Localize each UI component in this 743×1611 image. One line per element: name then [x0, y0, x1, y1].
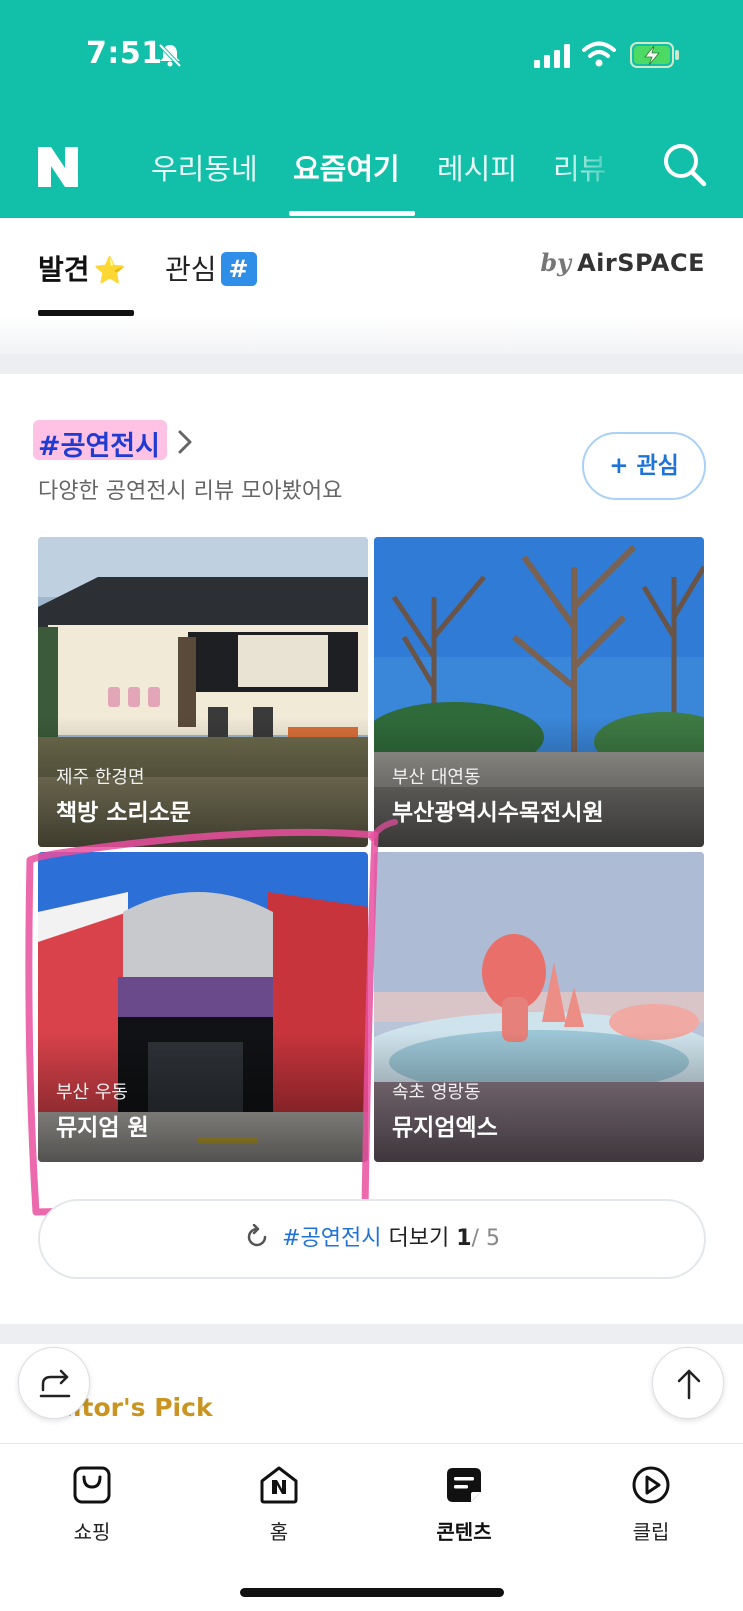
section-title[interactable]: #공연전시	[38, 424, 160, 463]
tab-overflow-fade	[560, 130, 650, 210]
clip-play-icon	[632, 1466, 670, 1504]
card-title: 뮤지엄 원	[56, 1115, 149, 1141]
section-divider	[0, 1324, 743, 1344]
bottom-nav-label: 콘텐츠	[436, 1520, 492, 1544]
contents-icon	[447, 1468, 481, 1502]
subtab-interest[interactable]: 관심 #	[165, 248, 257, 288]
bottom-nav-shopping[interactable]: 쇼핑	[37, 1464, 147, 1545]
hash-icon: #	[220, 252, 257, 286]
place-card[interactable]: 부산 우동 뮤지엄 원	[38, 852, 368, 1162]
partner-by-label: by	[540, 248, 572, 277]
home-icon	[260, 1466, 298, 1504]
share-arrow-icon	[39, 1369, 71, 1398]
place-card[interactable]: 부산 대연동 부산광역시수목전시원	[374, 537, 704, 847]
card-title: 부산광역시수목전시원	[392, 800, 604, 826]
app-screen: 7:51 우리동네 요즘여기 레시피 리	[0, 0, 743, 1611]
chevron-right-icon[interactable]	[175, 428, 195, 456]
tab-neighborhood[interactable]: 우리동네	[151, 146, 258, 188]
home-indicator	[240, 1588, 504, 1597]
add-interest-button[interactable]: + 관심	[582, 432, 706, 500]
header-shadow	[0, 316, 743, 354]
subtab-discover-label: 발견	[38, 253, 90, 286]
more-page-current: 1	[456, 1226, 472, 1251]
wifi-icon	[582, 41, 616, 67]
bottom-nav: 쇼핑 홈 콘텐츠 클립	[0, 1443, 743, 1611]
bottom-nav-home[interactable]: 홈	[224, 1464, 334, 1545]
subtab-discover[interactable]: 발견 ⭐	[38, 248, 126, 288]
place-card[interactable]: 속초 영랑동 뮤지엄엑스	[374, 852, 704, 1162]
card-title: 뮤지엄엑스	[392, 1115, 498, 1141]
place-card[interactable]: 제주 한경면 책방 소리소문	[38, 537, 368, 847]
tab-recipe[interactable]: 레시피	[437, 146, 517, 188]
load-more-button[interactable]: #공연전시 더보기 1/ 5	[38, 1199, 706, 1279]
card-title: 책방 소리소문	[56, 800, 191, 826]
bottom-nav-clip[interactable]: 클립	[596, 1464, 706, 1545]
partner-name: AirSPACE	[577, 249, 705, 277]
status-time: 7:51	[86, 36, 163, 71]
more-tag: #공연전시	[282, 1226, 382, 1251]
section-divider	[0, 354, 743, 374]
refresh-icon	[247, 1224, 267, 1247]
section-subtitle: 다양한 공연전시 리뷰 모아봤어요	[38, 479, 343, 504]
arrow-up-icon	[677, 1369, 701, 1400]
subtab-interest-label: 관심	[165, 253, 217, 286]
partner-credit: by AirSPACE	[540, 248, 705, 277]
bell-off-icon	[158, 43, 182, 68]
top-bar: 7:51 우리동네 요즘여기 레시피 리	[0, 0, 743, 218]
bottom-nav-contents[interactable]: 콘텐츠	[409, 1464, 519, 1545]
more-label: 더보기	[388, 1226, 450, 1251]
bottom-nav-label: 홈	[269, 1520, 289, 1544]
card-location: 속초 영랑동	[392, 1082, 481, 1103]
share-button[interactable]	[18, 1347, 90, 1419]
bottom-nav-label: 쇼핑	[73, 1520, 111, 1544]
cellular-signal-icon	[534, 44, 570, 68]
active-tab-indicator	[289, 211, 415, 216]
shopping-bag-icon	[73, 1466, 111, 1504]
more-page-separator: /	[471, 1226, 479, 1251]
search-icon[interactable]	[662, 142, 708, 188]
star-icon: ⭐	[93, 256, 126, 286]
card-location: 부산 대연동	[392, 767, 481, 788]
more-page-total: 5	[485, 1226, 500, 1251]
scroll-to-top-button[interactable]	[652, 1347, 724, 1419]
naver-logo-icon[interactable]	[38, 147, 78, 187]
tab-trending-places[interactable]: 요즘여기	[293, 146, 400, 188]
battery-charging-icon	[630, 42, 679, 68]
card-location: 부산 우동	[56, 1082, 128, 1103]
sub-tabs: 발견 ⭐ 관심 # by AirSPACE	[0, 218, 743, 316]
bottom-nav-label: 클립	[632, 1520, 670, 1544]
card-location: 제주 한경면	[56, 767, 145, 788]
